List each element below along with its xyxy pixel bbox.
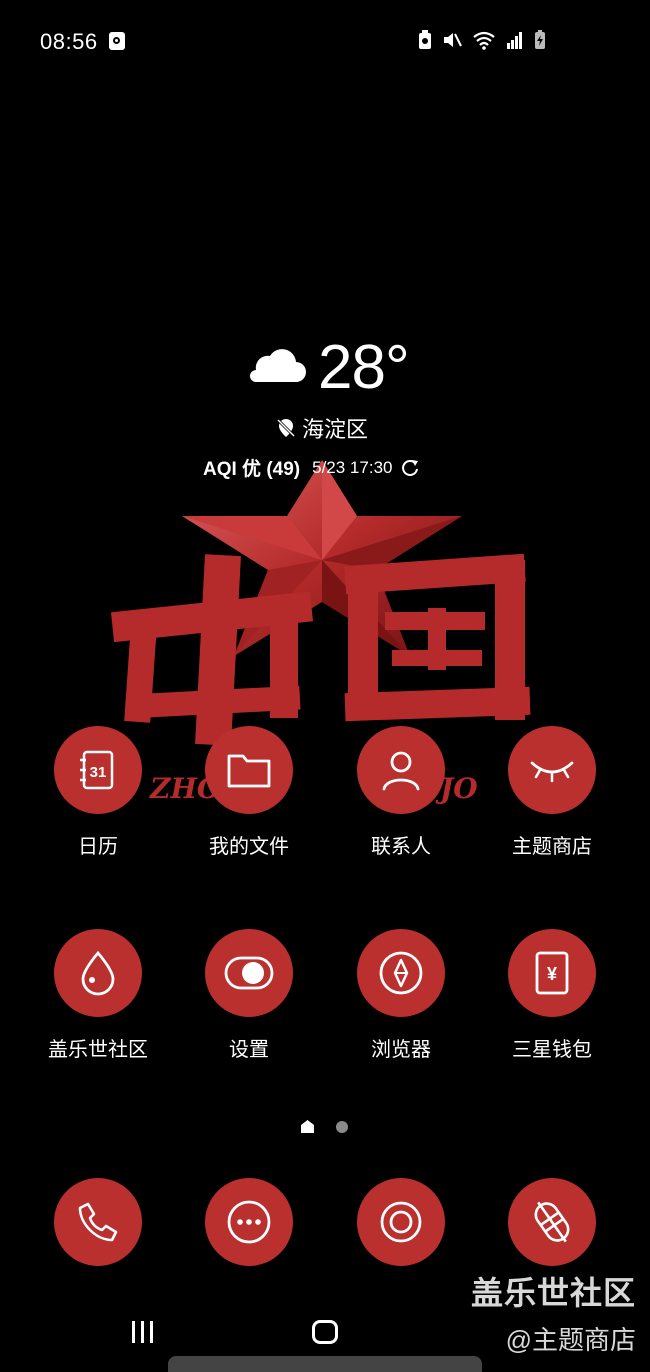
- battery-charging-icon: [534, 30, 546, 50]
- app-label: 三星钱包: [512, 1039, 592, 1061]
- signal-icon: [506, 30, 524, 50]
- app-samsung-wallet[interactable]: ¥ 三星钱包: [487, 929, 617, 1062]
- eye-closed-icon: [508, 726, 596, 814]
- wallet-icon: ¥: [508, 929, 596, 1017]
- status-icons: [418, 30, 546, 50]
- app-calendar[interactable]: 31 日历: [33, 726, 163, 859]
- location-name: 海淀区: [302, 417, 369, 442]
- refresh-icon[interactable]: [400, 458, 420, 478]
- app-label: 主题商店: [512, 836, 592, 858]
- home-page-indicator-icon: [301, 1120, 314, 1133]
- app-contacts[interactable]: 联系人: [336, 726, 466, 859]
- compass-icon: [357, 929, 445, 1017]
- page-dot: [336, 1120, 348, 1133]
- dock-messages[interactable]: [184, 1178, 314, 1266]
- app-galaxy-community[interactable]: 盖乐世社区: [33, 929, 163, 1062]
- location-off-icon: [276, 418, 296, 438]
- gesture-bar[interactable]: [168, 1356, 482, 1372]
- cloud-icon: [250, 349, 306, 382]
- notification-icon: [109, 32, 125, 50]
- svg-text:¥: ¥: [547, 964, 557, 984]
- app-label: 盖乐世社区: [48, 1039, 148, 1061]
- camera-icon: [357, 1178, 445, 1266]
- svg-text:31: 31: [90, 764, 107, 781]
- home-button[interactable]: [312, 1320, 338, 1344]
- weather-updated-time: 5/23 17:30: [312, 457, 393, 477]
- bixby-icon: [508, 1178, 596, 1266]
- battery-saver-icon: [418, 30, 432, 50]
- phone-icon: [54, 1178, 142, 1266]
- app-settings[interactable]: 设置: [184, 929, 314, 1062]
- toggle-icon: [205, 929, 293, 1017]
- aqi-value: AQI 优 (49): [203, 459, 301, 480]
- folder-icon: [205, 726, 293, 814]
- page-indicator[interactable]: [301, 1120, 348, 1133]
- calendar-icon: 31: [54, 726, 142, 814]
- contacts-icon: [357, 726, 445, 814]
- weather-main: 28°: [244, 330, 414, 402]
- app-browser[interactable]: 浏览器: [336, 929, 466, 1062]
- dock-phone[interactable]: [33, 1178, 163, 1266]
- app-label: 我的文件: [209, 836, 289, 858]
- drop-icon: [54, 929, 142, 1017]
- app-label: 设置: [229, 1039, 269, 1061]
- app-label: 浏览器: [371, 1039, 431, 1061]
- status-bar: 08:56: [0, 0, 650, 84]
- app-my-files[interactable]: 我的文件: [184, 726, 314, 859]
- status-time: 08:56: [40, 29, 98, 54]
- dock-bixby[interactable]: [487, 1178, 617, 1266]
- app-theme-store[interactable]: 主题商店: [487, 726, 617, 859]
- wallpaper-china-star: ZHO JO: [110, 460, 531, 805]
- app-label: 日历: [78, 836, 118, 858]
- aqi-line: AQI 优 (49) 5/23 17:30: [203, 454, 420, 481]
- temperature: 28°: [318, 333, 410, 402]
- messages-icon: [205, 1178, 293, 1266]
- dock-camera[interactable]: [336, 1178, 466, 1266]
- weather-location: 海淀区: [276, 412, 368, 444]
- wifi-icon: [472, 30, 496, 50]
- mute-icon: [442, 30, 462, 50]
- recent-apps-button[interactable]: [130, 1319, 156, 1345]
- app-label: 联系人: [371, 836, 431, 858]
